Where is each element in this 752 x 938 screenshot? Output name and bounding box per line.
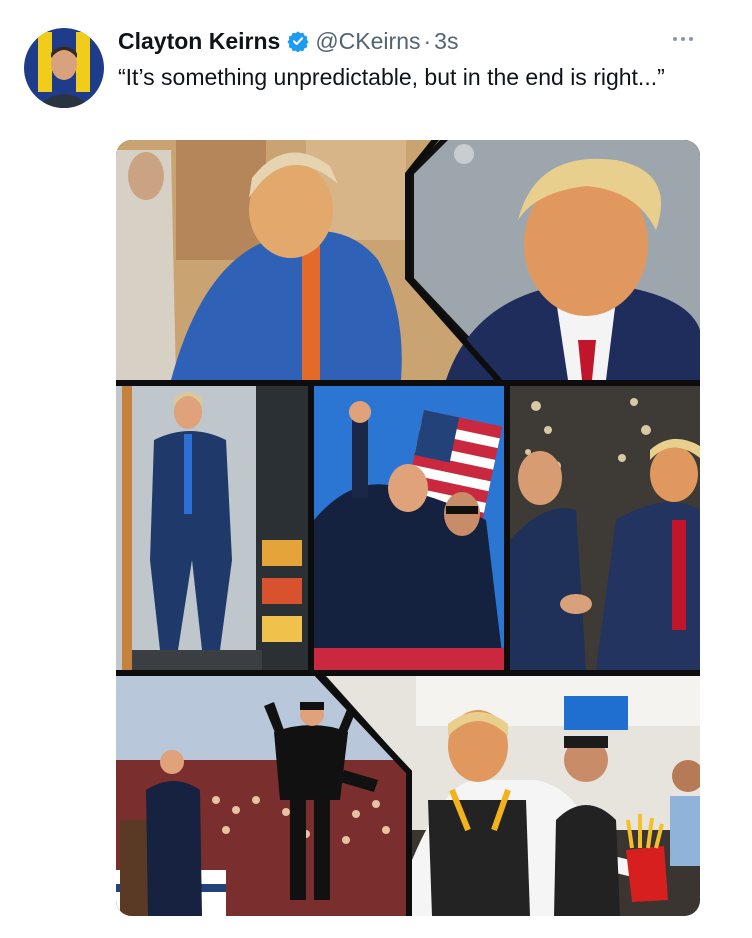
- author-display-name[interactable]: Clayton Keirns: [118, 28, 280, 55]
- fist-raised-with-flag-image: [314, 386, 504, 670]
- walking-in-store-image: [116, 386, 308, 670]
- verified-badge-icon: [287, 30, 309, 52]
- tweet-media-collage[interactable]: [116, 140, 700, 916]
- more-options-button[interactable]: [668, 28, 698, 50]
- handshake-with-sparks-image: [510, 386, 700, 670]
- more-horizontal-icon: [673, 37, 693, 41]
- separator-dot: ·: [423, 27, 432, 54]
- tweet-text: “It’s something unpredictable, but in th…: [118, 64, 665, 90]
- author-handle[interactable]: @CKeirns: [315, 28, 420, 55]
- tweet-header: Clayton Keirns @CKeirns · 3s: [118, 24, 458, 58]
- author-avatar[interactable]: [24, 28, 104, 108]
- user-avatar-photo: [24, 28, 104, 108]
- tweet-timestamp[interactable]: 3s: [434, 28, 458, 55]
